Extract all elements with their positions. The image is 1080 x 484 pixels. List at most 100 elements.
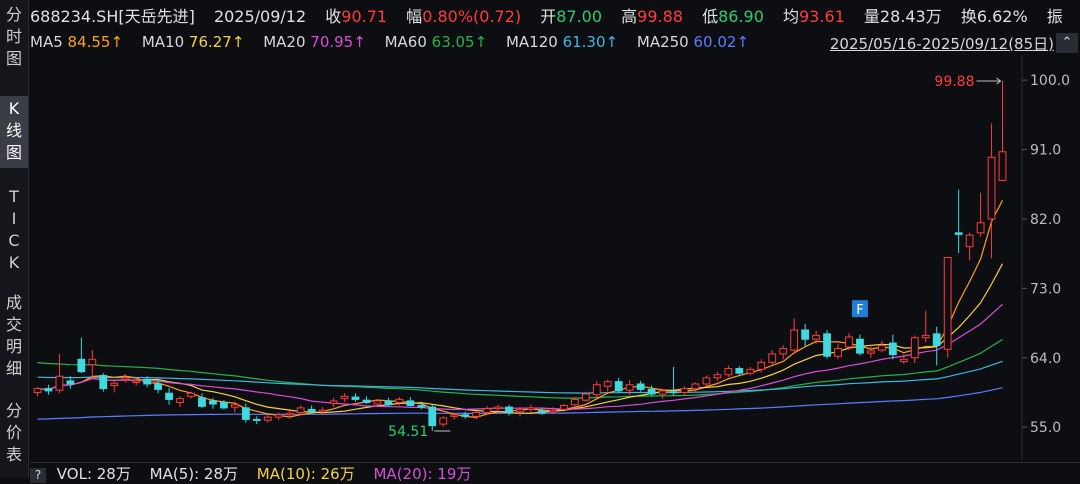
candle-body xyxy=(724,368,733,376)
tab-timeshare[interactable]: 分 时 图 xyxy=(0,4,28,70)
candle-body xyxy=(932,333,941,346)
candle-body xyxy=(417,405,426,408)
candle-body xyxy=(768,353,777,363)
change-label: 幅 xyxy=(406,7,423,26)
candle-body xyxy=(823,333,831,357)
candle-body xyxy=(548,409,557,413)
candle-body xyxy=(845,336,853,348)
candle-body xyxy=(614,381,623,392)
low-label: 低 xyxy=(702,7,719,26)
y-tick-label: 73.0 xyxy=(1030,281,1061,297)
tab-char: 图 xyxy=(5,49,22,68)
candle-body xyxy=(570,398,579,406)
ma250-value: 60.02↑ xyxy=(693,33,750,51)
candle-body xyxy=(198,397,206,407)
ma20-value: 70.95↑ xyxy=(310,33,366,51)
candle-body xyxy=(998,151,1007,181)
vol-ma10: MA(10): 26万 xyxy=(256,465,355,483)
candle-body xyxy=(779,347,788,355)
candle-body xyxy=(252,418,261,421)
candle-body xyxy=(33,388,42,393)
vol-ma5: MA(5): 28万 xyxy=(149,465,239,483)
turnover-label: 换 xyxy=(960,7,977,26)
tab-char: K xyxy=(8,253,20,272)
low-value: 86.90 xyxy=(718,7,764,26)
ma20-line xyxy=(37,303,1003,411)
candle-body xyxy=(965,234,974,248)
low-annotation: 54.51 xyxy=(388,424,428,440)
tab-char: 价 xyxy=(5,423,22,442)
candle-body xyxy=(99,374,108,390)
candle-body xyxy=(88,358,97,366)
candle-body xyxy=(790,329,799,351)
candle-body xyxy=(834,347,842,357)
candle-body xyxy=(77,358,86,373)
tab-char: 图 xyxy=(5,143,22,162)
candle-body xyxy=(812,334,820,340)
candle-body xyxy=(121,377,130,380)
close-label: 收 xyxy=(325,7,342,26)
tab-char: 时 xyxy=(5,27,22,46)
tab-char: K xyxy=(8,99,20,118)
tab-char: 表 xyxy=(5,445,22,464)
candle-body xyxy=(318,409,327,413)
candle-body xyxy=(713,374,722,379)
candle-body xyxy=(132,380,141,383)
candle-body xyxy=(373,400,382,405)
candle-body xyxy=(110,382,119,387)
amplitude-label: 振 xyxy=(1046,7,1063,26)
candle-body xyxy=(888,342,897,356)
y-tick-label: 82.0 xyxy=(1030,212,1061,228)
candle-body xyxy=(274,414,283,418)
candle-body xyxy=(340,395,349,400)
y-tick-label: 55.0 xyxy=(1030,420,1061,436)
candle-body xyxy=(209,400,217,405)
quote-header: 688234.SH[天岳先进] 2025/09/12 收90.71 幅0.80%… xyxy=(30,3,1080,29)
candle-body xyxy=(439,417,448,425)
candle-body xyxy=(505,406,513,414)
date-range-selector[interactable]: 2025/05/16-2025/09/12(85日) xyxy=(830,33,1054,54)
close-value: 90.71 xyxy=(341,7,388,26)
candle-body xyxy=(220,401,228,409)
candle-body xyxy=(625,384,634,391)
candle-body xyxy=(867,350,875,354)
candle-body xyxy=(66,380,75,385)
tab-trade-details[interactable]: 成 交 明 细 xyxy=(0,292,28,384)
chevron-up-icon[interactable]: ⌃ xyxy=(1056,33,1078,53)
tab-price-distribution[interactable]: 分 价 表 xyxy=(0,400,28,470)
stock-symbol: 688234.SH[天岳先进] xyxy=(30,7,195,26)
high-annotation: 99.88 xyxy=(934,74,974,90)
candle-body xyxy=(603,381,612,387)
vol-ma20: MA(20): 19万 xyxy=(373,465,472,483)
y-tick-label: 100.0 xyxy=(1030,73,1070,89)
tab-char: 分 xyxy=(5,401,22,420)
tab-char: 明 xyxy=(5,337,22,356)
ma120-label: MA120 xyxy=(505,33,558,51)
candle-body xyxy=(461,414,470,417)
vol-value: VOL: 28万 xyxy=(56,465,131,483)
candle-body xyxy=(680,388,689,393)
candle-body xyxy=(746,368,755,374)
candle-body xyxy=(406,400,415,407)
candle-body xyxy=(702,377,711,385)
tab-char: 成 xyxy=(5,293,22,312)
tab-tick[interactable]: T I C K xyxy=(0,186,28,278)
ma120-line xyxy=(37,360,1003,394)
ma20-label: MA20 xyxy=(263,33,306,51)
candle-body xyxy=(658,390,667,395)
volume-legend: ? VOL: 28万 MA(5): 28万 MA(10): 26万 MA(20)… xyxy=(30,462,1080,483)
ma5-value: 84.55↑ xyxy=(67,33,124,51)
y-tick-label: 64.0 xyxy=(1030,351,1061,367)
help-icon[interactable]: ? xyxy=(30,468,46,483)
candle-body xyxy=(241,407,250,420)
candle-body xyxy=(516,408,524,413)
tab-kline[interactable]: K 线 图 xyxy=(0,96,28,168)
candle-body xyxy=(362,399,371,403)
candle-body xyxy=(921,334,930,339)
open-value: 87.00 xyxy=(556,7,603,26)
candle-body xyxy=(910,337,919,359)
candle-body xyxy=(176,398,184,403)
quote-date: 2025/09/12 xyxy=(213,7,307,26)
candle-body xyxy=(943,257,952,350)
kline-chart[interactable]: 100.0 91.0 82.0 73.0 64.0 55.0 99.88 54.51 F xyxy=(30,55,1080,460)
